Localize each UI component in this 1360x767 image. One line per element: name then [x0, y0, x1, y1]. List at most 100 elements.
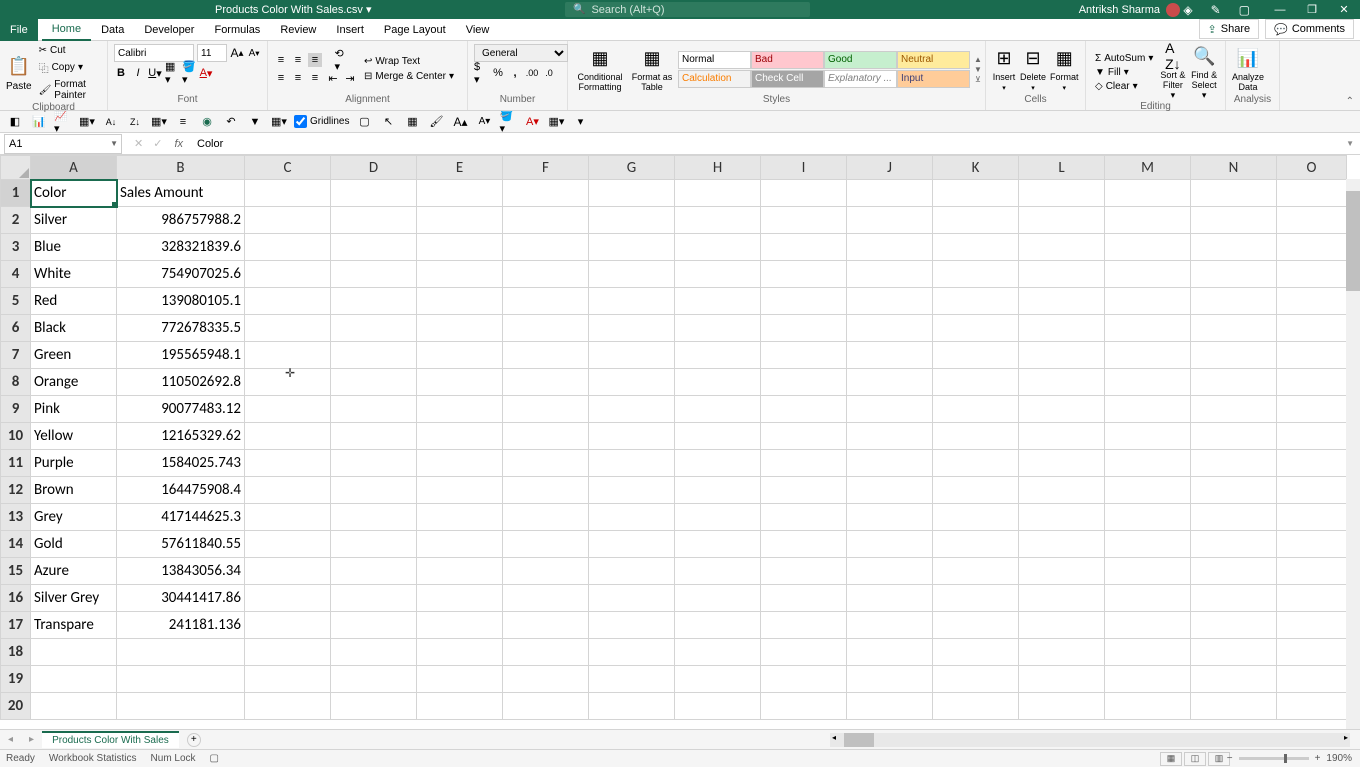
cell-F9[interactable]: [503, 396, 589, 423]
cell-G9[interactable]: [589, 396, 675, 423]
cell-I2[interactable]: [761, 207, 847, 234]
cell-M12[interactable]: [1105, 477, 1191, 504]
cell-F11[interactable]: [503, 450, 589, 477]
italic-icon[interactable]: I: [131, 66, 145, 80]
window-icon[interactable]: ▢: [1239, 3, 1250, 17]
cell-M3[interactable]: [1105, 234, 1191, 261]
align-bottom-icon[interactable]: ≡: [308, 53, 322, 67]
cell-K1[interactable]: [933, 180, 1019, 207]
cell-G15[interactable]: [589, 558, 675, 585]
increase-indent-icon[interactable]: ⇥: [343, 71, 357, 85]
cell-E17[interactable]: [417, 612, 503, 639]
cell-E16[interactable]: [417, 585, 503, 612]
cell-F4[interactable]: [503, 261, 589, 288]
currency-icon[interactable]: $ ▾: [474, 66, 488, 80]
cell-N8[interactable]: [1191, 369, 1277, 396]
cell-C3[interactable]: [245, 234, 331, 261]
cell-B15[interactable]: 13843056.34: [117, 558, 245, 585]
cell-I19[interactable]: [761, 666, 847, 693]
cell-H7[interactable]: [675, 342, 761, 369]
cell-J3[interactable]: [847, 234, 933, 261]
cell-F12[interactable]: [503, 477, 589, 504]
filename[interactable]: Products Color With Sales.csv ▾: [215, 3, 372, 16]
tab-formulas[interactable]: Formulas: [204, 19, 270, 41]
view-page-layout-button[interactable]: ◫: [1184, 752, 1206, 766]
cell-F17[interactable]: [503, 612, 589, 639]
cell-E15[interactable]: [417, 558, 503, 585]
row-header-18[interactable]: 18: [1, 639, 31, 666]
cell-A9[interactable]: Pink: [31, 396, 117, 423]
fill-color-icon[interactable]: 🪣 ▾: [182, 66, 196, 80]
cell-M19[interactable]: [1105, 666, 1191, 693]
copy-button[interactable]: ⿻Copy ▾: [36, 59, 86, 76]
cell-O10[interactable]: [1277, 423, 1347, 450]
cell-C10[interactable]: [245, 423, 331, 450]
minimize-button[interactable]: —: [1264, 0, 1296, 19]
qat-icon-3[interactable]: 📈▾: [54, 113, 72, 131]
styles-up-icon[interactable]: ▲: [974, 55, 982, 64]
cell-N13[interactable]: [1191, 504, 1277, 531]
cell-D9[interactable]: [331, 396, 417, 423]
cell-H10[interactable]: [675, 423, 761, 450]
cell-G6[interactable]: [589, 315, 675, 342]
cell-L8[interactable]: [1019, 369, 1105, 396]
cell-H14[interactable]: [675, 531, 761, 558]
style-good[interactable]: Good: [824, 51, 897, 69]
qat-icon-13[interactable]: ▢: [355, 113, 373, 131]
cell-I11[interactable]: [761, 450, 847, 477]
cell-G11[interactable]: [589, 450, 675, 477]
conditional-formatting-icon[interactable]: ▦: [588, 46, 612, 70]
cell-J2[interactable]: [847, 207, 933, 234]
cell-I9[interactable]: [761, 396, 847, 423]
cell-I6[interactable]: [761, 315, 847, 342]
cell-L1[interactable]: [1019, 180, 1105, 207]
cell-L12[interactable]: [1019, 477, 1105, 504]
row-header-11[interactable]: 11: [1, 450, 31, 477]
cell-L18[interactable]: [1019, 639, 1105, 666]
row-header-13[interactable]: 13: [1, 504, 31, 531]
cell-D14[interactable]: [331, 531, 417, 558]
cell-M8[interactable]: [1105, 369, 1191, 396]
cell-J17[interactable]: [847, 612, 933, 639]
cell-E11[interactable]: [417, 450, 503, 477]
cell-H19[interactable]: [675, 666, 761, 693]
cell-L7[interactable]: [1019, 342, 1105, 369]
zoom-in-button[interactable]: +: [1315, 753, 1321, 764]
style-check-cell[interactable]: Check Cell: [751, 70, 824, 88]
qat-icon-12[interactable]: ▦▾: [270, 113, 288, 131]
row-header-17[interactable]: 17: [1, 612, 31, 639]
cell-D4[interactable]: [331, 261, 417, 288]
cell-H13[interactable]: [675, 504, 761, 531]
border-icon[interactable]: ▦ ▾: [165, 66, 179, 80]
cell-K16[interactable]: [933, 585, 1019, 612]
cell-M14[interactable]: [1105, 531, 1191, 558]
orientation-icon[interactable]: ⟲ ▾: [335, 53, 349, 67]
cell-M16[interactable]: [1105, 585, 1191, 612]
cell-G7[interactable]: [589, 342, 675, 369]
gridlines-checkbox[interactable]: Gridlines: [294, 115, 349, 128]
cell-N9[interactable]: [1191, 396, 1277, 423]
qat-icon-11[interactable]: ▼: [246, 113, 264, 131]
decrease-font-icon[interactable]: A▾: [247, 46, 261, 60]
cell-H1[interactable]: [675, 180, 761, 207]
qat-font-color-icon[interactable]: A▾: [523, 113, 541, 131]
fx-icon[interactable]: fx: [174, 138, 189, 150]
cell-J6[interactable]: [847, 315, 933, 342]
cell-D5[interactable]: [331, 288, 417, 315]
cell-D10[interactable]: [331, 423, 417, 450]
cell-G12[interactable]: [589, 477, 675, 504]
cell-B3[interactable]: 328321839.6: [117, 234, 245, 261]
cell-M13[interactable]: [1105, 504, 1191, 531]
cell-J9[interactable]: [847, 396, 933, 423]
cell-D19[interactable]: [331, 666, 417, 693]
cell-J7[interactable]: [847, 342, 933, 369]
comments-button[interactable]: 💬Comments: [1265, 19, 1354, 39]
cell-O9[interactable]: [1277, 396, 1347, 423]
cell-K3[interactable]: [933, 234, 1019, 261]
cell-I1[interactable]: [761, 180, 847, 207]
cell-G14[interactable]: [589, 531, 675, 558]
cell-C9[interactable]: [245, 396, 331, 423]
cell-D2[interactable]: [331, 207, 417, 234]
row-header-19[interactable]: 19: [1, 666, 31, 693]
cell-K19[interactable]: [933, 666, 1019, 693]
